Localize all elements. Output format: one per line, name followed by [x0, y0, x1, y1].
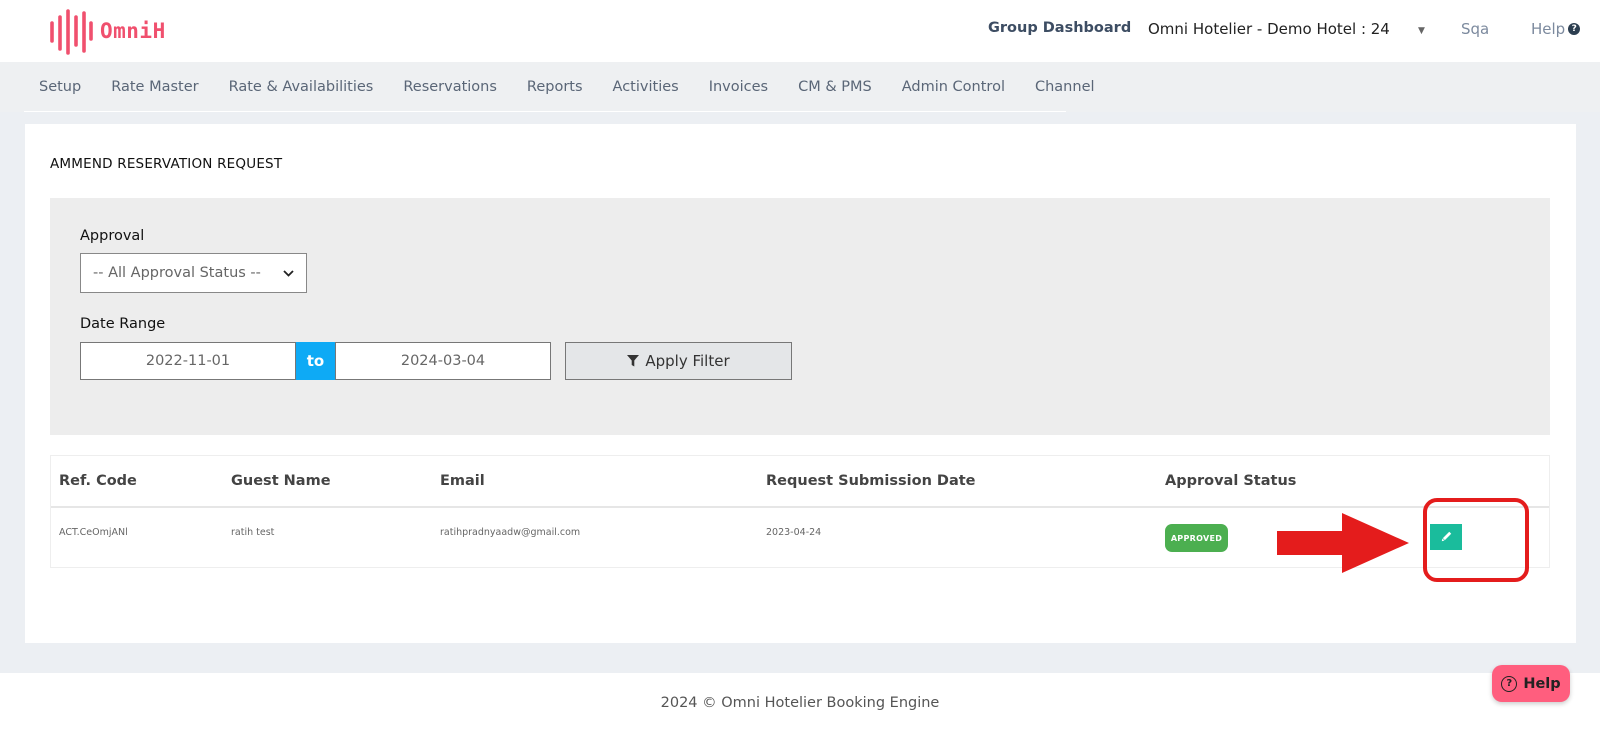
floating-help-label: Help	[1523, 675, 1561, 692]
nav-item-admin-control[interactable]: Admin Control	[887, 79, 1020, 95]
column-header-ref-code: Ref. Code	[59, 473, 137, 489]
nav-item-setup[interactable]: Setup	[24, 79, 96, 95]
column-header-approval-status: Approval Status	[1165, 473, 1297, 489]
filter-panel: Approval -- All Approval Status -- Date …	[50, 198, 1550, 435]
omnih-logo[interactable]: OmniH	[48, 8, 166, 55]
date-to-input[interactable]: 2024-03-04	[335, 342, 551, 380]
main-nav: Setup Rate Master Rate & Availabilities Res…	[0, 62, 1600, 112]
nav-item-reports[interactable]: Reports	[512, 79, 598, 95]
nav-item-cm-pms[interactable]: CM & PMS	[783, 79, 887, 95]
chevron-down-icon	[283, 269, 294, 277]
column-header-email: Email	[440, 473, 485, 489]
submission-date-cell: 2023-04-24	[766, 527, 822, 538]
annotation-highlight-box	[1423, 498, 1529, 582]
page-title: AMMEND RESERVATION REQUEST	[50, 156, 283, 172]
date-range-label: Date Range	[80, 316, 166, 332]
nav-item-activities[interactable]: Activities	[598, 79, 694, 95]
question-circle-icon: ?	[1501, 675, 1518, 692]
nav-menu: Setup Rate Master Rate & Availabilities Res…	[24, 62, 1095, 112]
approval-status-select[interactable]: -- All Approval Status --	[80, 253, 307, 293]
help-link-label: Help	[1531, 20, 1566, 38]
footer-copyright: 2024 © Omni Hotelier Booking Engine	[660, 695, 940, 711]
logo-text: OmniH	[100, 19, 166, 43]
annotation-arrow	[1277, 513, 1409, 573]
approval-label: Approval	[80, 228, 145, 244]
column-header-guest-name: Guest Name	[231, 473, 331, 489]
nav-item-rate-master[interactable]: Rate Master	[96, 79, 213, 95]
group-dashboard-link[interactable]: Group Dashboard	[988, 20, 1131, 36]
logo-bars-icon	[50, 9, 93, 55]
guest-name-cell: ratih test	[231, 527, 275, 538]
hotel-selector[interactable]: Omni Hotelier - Demo Hotel : 24	[1148, 20, 1390, 38]
nav-item-reservations[interactable]: Reservations	[388, 79, 512, 95]
date-from-input[interactable]: 2022-11-01	[80, 342, 296, 380]
approval-status-value: -- All Approval Status --	[93, 265, 261, 281]
nav-item-invoices[interactable]: Invoices	[694, 79, 783, 95]
filter-icon	[627, 355, 640, 367]
caret-down-icon[interactable]: ▼	[1418, 26, 1425, 36]
help-link[interactable]: Help ?	[1531, 20, 1581, 38]
date-to-separator: to	[296, 342, 335, 380]
nav-item-channel[interactable]: Channel	[1020, 79, 1110, 95]
footer: 2024 © Omni Hotelier Booking Engine	[0, 673, 1600, 733]
email-cell: ratihpradnyaadw@gmail.com	[440, 527, 581, 538]
user-menu[interactable]: Sqa	[1461, 20, 1489, 38]
floating-help-button[interactable]: ? Help	[1492, 665, 1570, 702]
column-header-submission-date: Request Submission Date	[766, 473, 976, 489]
nav-item-rate-availabilities[interactable]: Rate & Availabilities	[214, 79, 389, 95]
ref-code-cell: ACT.CeOmjANl	[59, 527, 128, 538]
question-circle-icon: ?	[1568, 23, 1581, 35]
apply-filter-button[interactable]: Apply Filter	[565, 342, 792, 380]
apply-filter-label: Apply Filter	[645, 352, 730, 370]
status-badge: APPROVED	[1165, 524, 1228, 552]
top-header: OmniH Group Dashboard Omni Hotelier - De…	[0, 0, 1600, 62]
table-header: Ref. Code Guest Name Email Request Submi…	[51, 456, 1549, 508]
